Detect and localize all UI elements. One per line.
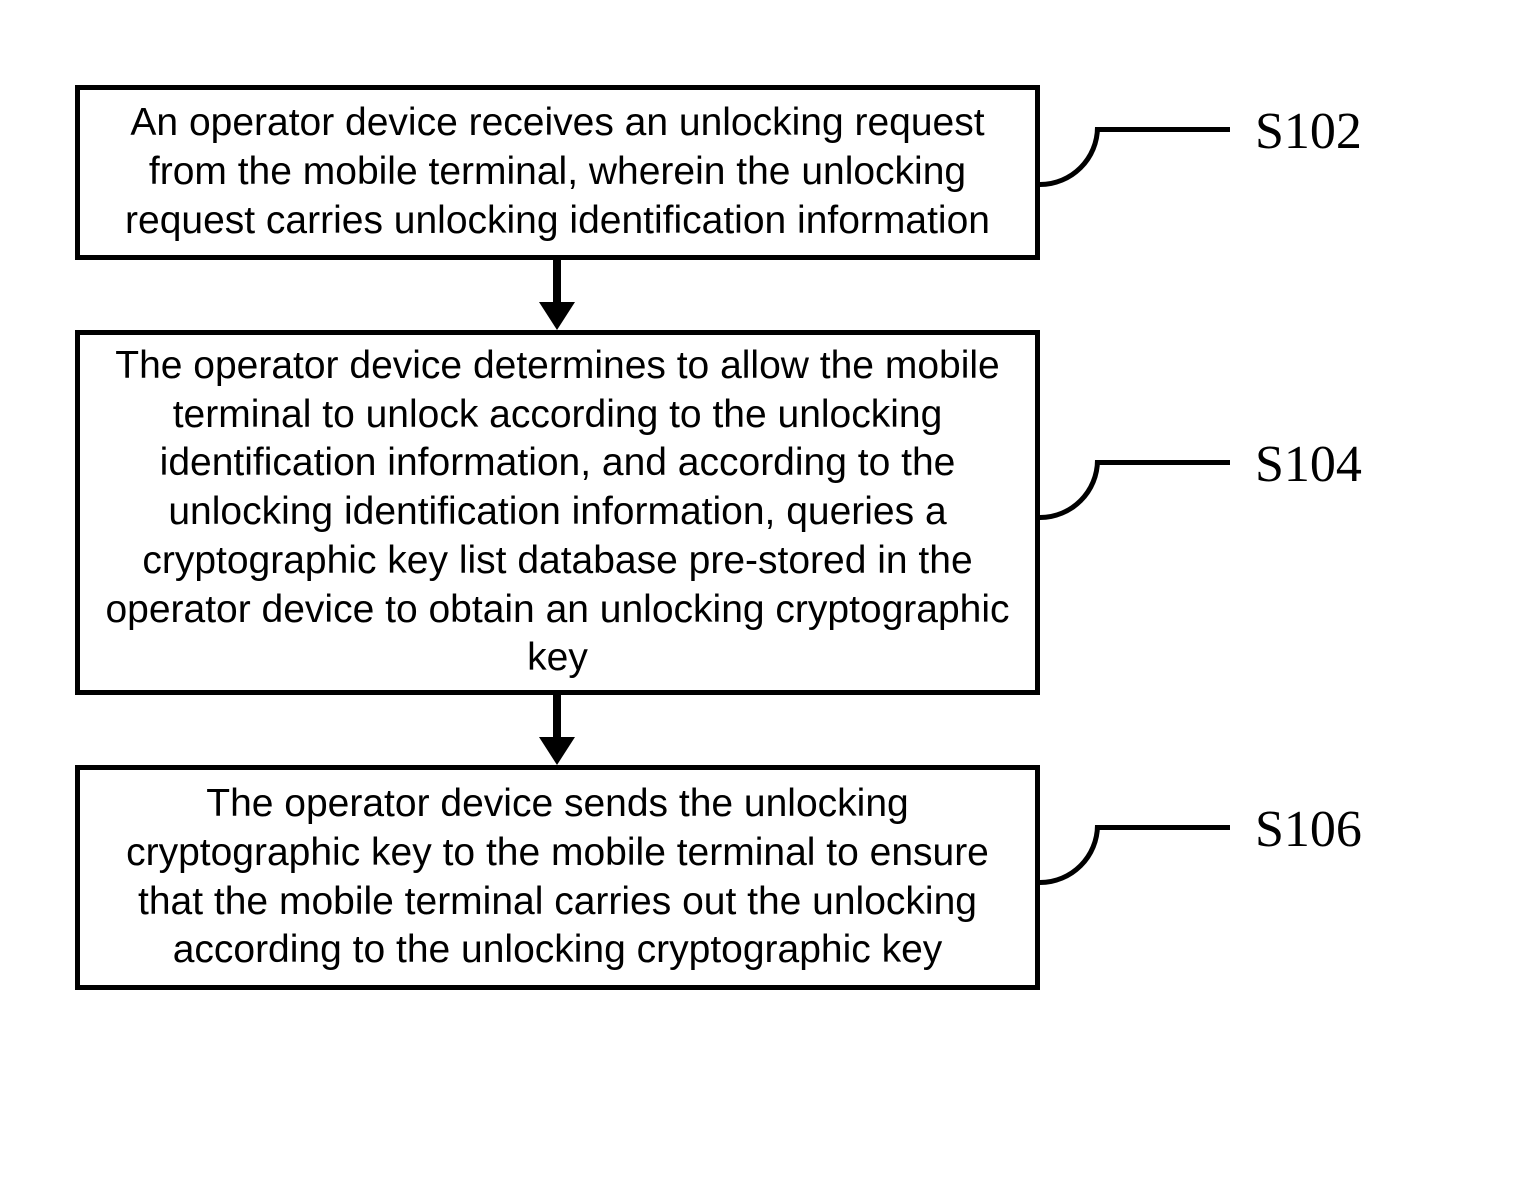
arrow-head-icon <box>539 302 575 330</box>
step-text: The operator device sends the unlocking … <box>96 780 1019 975</box>
connector-line <box>1095 127 1230 132</box>
step-label-s104: S104 <box>1255 435 1362 494</box>
step-label-s106: S106 <box>1255 800 1362 859</box>
step-label-s102: S102 <box>1255 102 1362 161</box>
connector-curve <box>1040 460 1100 520</box>
connector-line <box>1095 825 1230 830</box>
arrow-head-icon <box>539 737 575 765</box>
arrow-shaft <box>553 260 561 308</box>
step-box-s102: An operator device receives an unlocking… <box>75 85 1040 260</box>
connector-curve <box>1040 825 1100 885</box>
step-text: An operator device receives an unlocking… <box>96 99 1019 245</box>
connector-curve <box>1040 127 1100 187</box>
connector-line <box>1095 460 1230 465</box>
step-box-s106: The operator device sends the unlocking … <box>75 765 1040 990</box>
step-box-s104: The operator device determines to allow … <box>75 330 1040 695</box>
arrow-shaft <box>553 695 561 743</box>
step-text: The operator device determines to allow … <box>96 342 1019 683</box>
flowchart-canvas: An operator device receives an unlocking… <box>0 0 1520 1185</box>
